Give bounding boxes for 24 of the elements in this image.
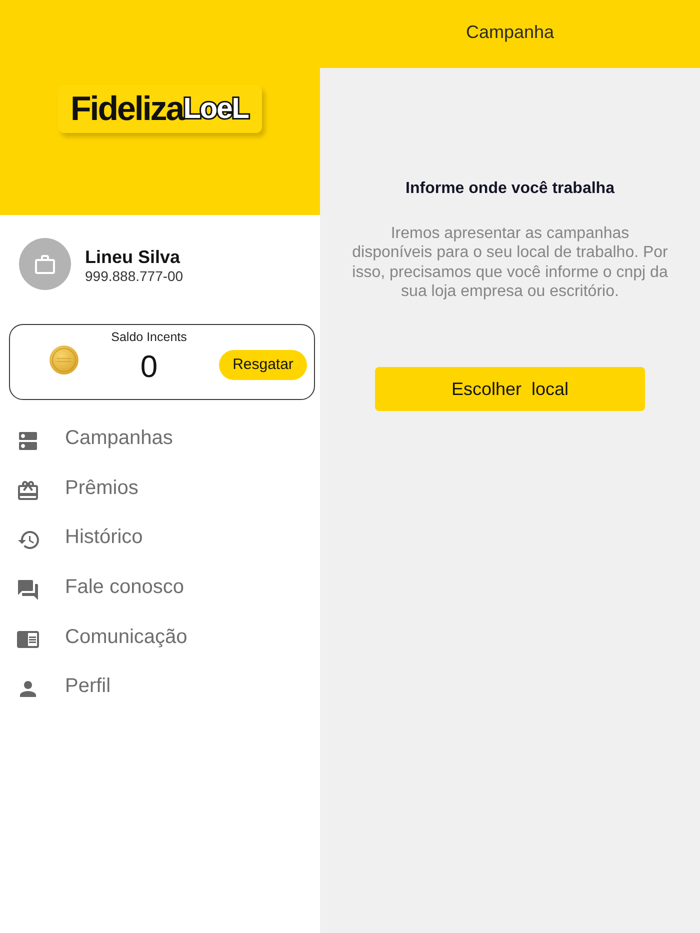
app-bar-title: Campanha	[466, 20, 554, 44]
logo: FidelizaLoeL	[58, 85, 262, 133]
content-heading: Informe onde você trabalha	[406, 179, 614, 198]
briefcase-icon	[35, 254, 55, 274]
menu-item[interactable]: Comunicação	[0, 614, 320, 664]
reader-panel-icon	[17, 630, 39, 648]
menu-item[interactable]: Prêmios	[0, 466, 320, 516]
balance-label: Saldo Incents	[111, 329, 187, 345]
chat-bubbles-icon	[18, 580, 38, 600]
balance-value: 0	[140, 349, 158, 385]
gift-card-icon	[18, 480, 38, 500]
menu-item[interactable]: Histórico	[0, 515, 320, 565]
person-icon	[20, 680, 36, 697]
menu-item[interactable]: Perfil	[0, 664, 320, 714]
redeem-button[interactable]: Resgatar	[219, 350, 307, 380]
coin-icon	[49, 345, 79, 375]
user-document: 999.888.777-00	[85, 268, 184, 284]
menu-item[interactable]: Fale conosco	[0, 564, 320, 614]
history-icon	[18, 530, 38, 549]
menu-item[interactable]: Campanhas	[0, 416, 320, 466]
choose-location-button[interactable]: Escolher local	[375, 367, 645, 412]
user-name: Lineu Silva	[85, 246, 182, 268]
server-icon	[19, 432, 37, 450]
content-description: Iremos apresentar as campanhas disponíveis para o seu local de trabalho. Por isso, precisamos que você informe o cnpj da sua loja empresa ou escritório.	[351, 224, 669, 302]
